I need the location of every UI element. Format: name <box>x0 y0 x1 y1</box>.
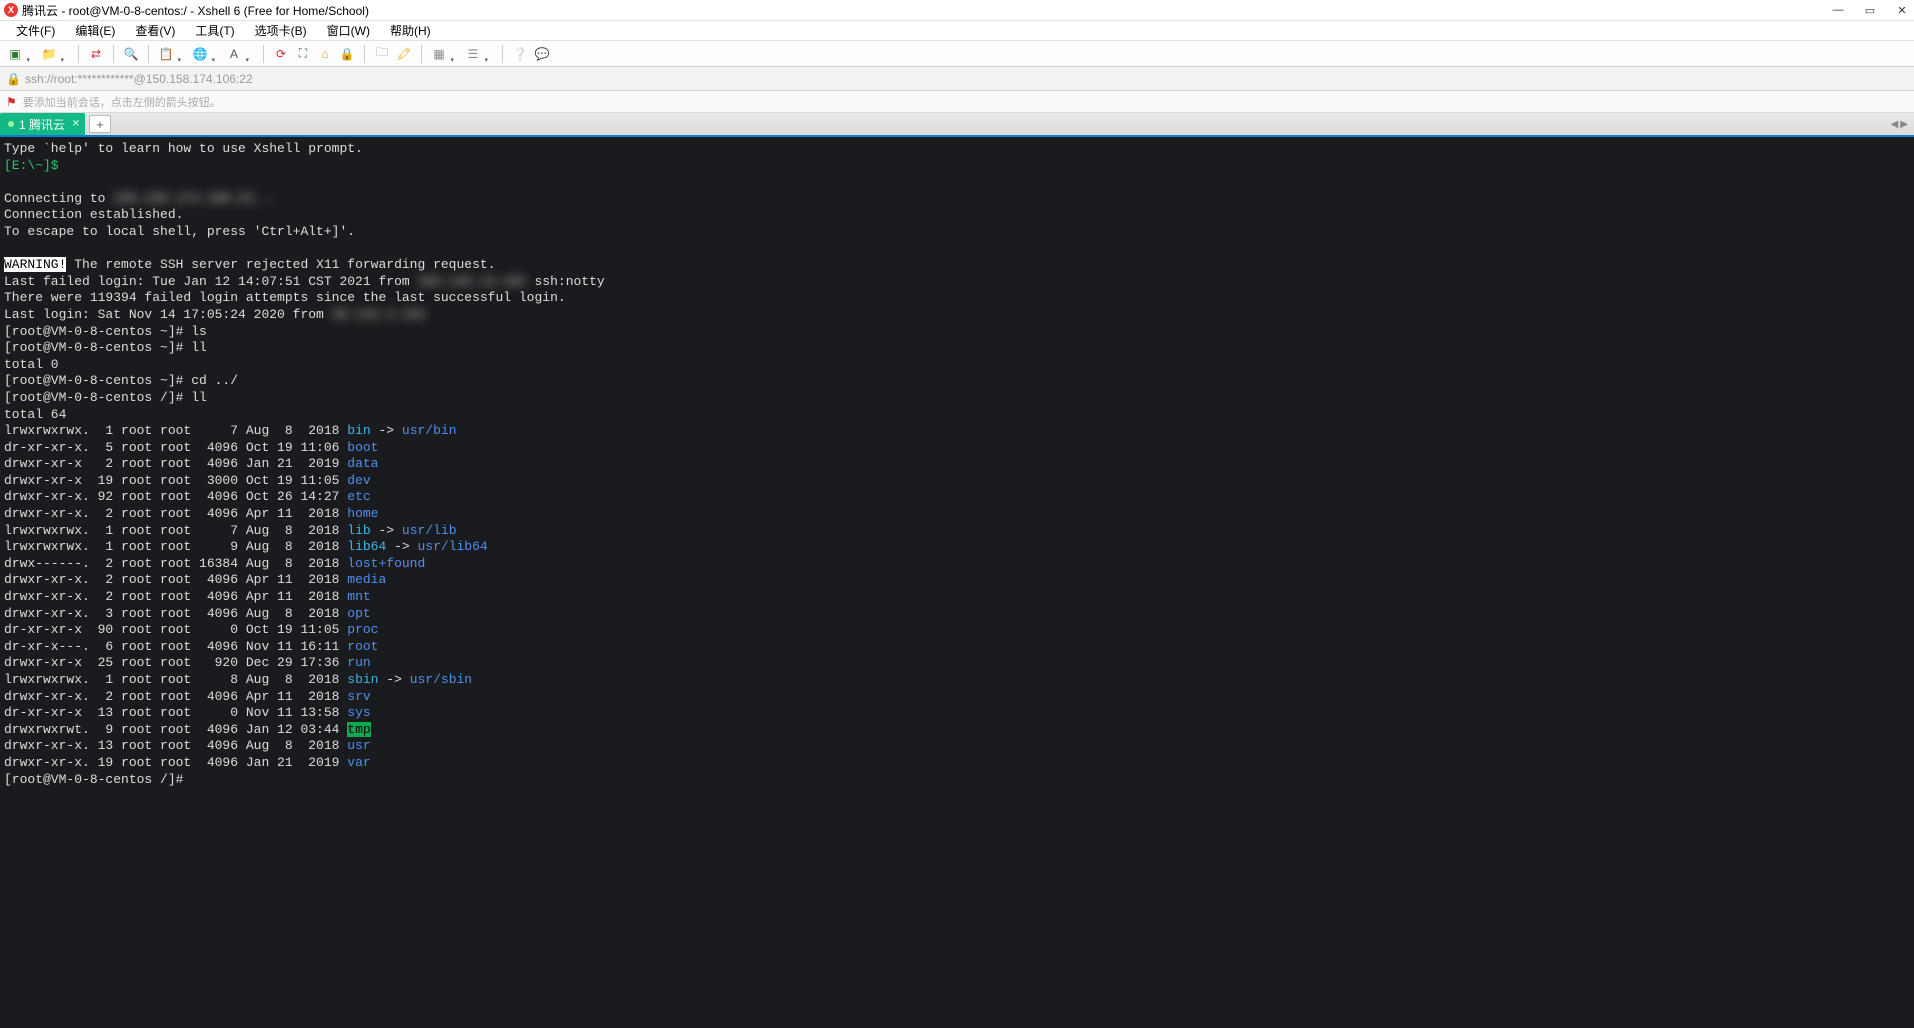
folder-icon[interactable]: 🗀 <box>373 45 391 63</box>
menu-file[interactable]: 文件(F) <box>6 20 65 41</box>
minimize-button[interactable]: ― <box>1830 4 1846 17</box>
globe-icon[interactable]: 🌐 <box>191 45 209 63</box>
list-icon[interactable]: ☰ <box>464 45 482 63</box>
menu-tab[interactable]: 选项卡(B) <box>245 20 317 41</box>
font-icon[interactable]: A <box>225 45 243 63</box>
session-tab[interactable]: 1 腾讯云 ✕ <box>0 113 85 135</box>
menu-view[interactable]: 查看(V) <box>125 20 185 41</box>
connected-dot-icon <box>8 121 14 127</box>
tab-label: 1 腾讯云 <box>19 116 65 133</box>
title-bar: X 腾讯云 - root@VM-0-8-centos:/ - Xshell 6 … <box>0 0 1914 21</box>
maximize-button[interactable]: ▭ <box>1862 4 1878 17</box>
help-icon[interactable]: ❔ <box>511 45 529 63</box>
menu-edit[interactable]: 编辑(E) <box>65 20 125 41</box>
tab-close-icon[interactable]: ✕ <box>72 119 80 130</box>
tab-scroll-right-icon[interactable]: ▶ <box>1900 119 1908 130</box>
toolbar: ▣ 📁 ⇄ 🔍 📋 🌐 A ⟳ ⛶ ⌂ 🔒 🗀 🖍 ▦ ☰ ❔ 💬 <box>0 41 1914 67</box>
copy-icon[interactable]: 📋 <box>157 45 175 63</box>
window-title: 腾讯云 - root@VM-0-8-centos:/ - Xshell 6 (F… <box>22 2 1830 19</box>
layout-icon[interactable]: ▦ <box>430 45 448 63</box>
toolbar-separator <box>263 45 264 63</box>
toolbar-separator <box>148 45 149 63</box>
refresh-icon[interactable]: ⟳ <box>272 45 290 63</box>
terminal-output[interactable]: Type `help' to learn how to use Xshell p… <box>0 137 1914 1028</box>
open-session-icon[interactable]: 📁 <box>40 45 58 63</box>
hint-bar: ⚑ 要添加当前会话，点击左侧的箭头按钮。 <box>0 91 1914 113</box>
toolbar-separator <box>113 45 114 63</box>
lock-small-icon: 🔒 <box>6 72 21 86</box>
menu-tools[interactable]: 工具(T) <box>185 20 244 41</box>
new-tab-button[interactable]: + <box>89 115 111 133</box>
menu-window[interactable]: 窗口(W) <box>317 20 380 41</box>
menu-help[interactable]: 帮助(H) <box>380 20 441 41</box>
toolbar-separator <box>502 45 503 63</box>
new-session-icon[interactable]: ▣ <box>6 45 24 63</box>
tab-bar: 1 腾讯云 ✕ + ◀ ▶ <box>0 113 1914 137</box>
hint-text: 要添加当前会话，点击左侧的箭头按钮。 <box>23 94 221 110</box>
flag-icon[interactable]: ⚑ <box>6 95 17 109</box>
highlight-icon[interactable]: 🖍 <box>395 45 413 63</box>
app-logo-icon: X <box>4 3 18 17</box>
search-icon[interactable]: 🔍 <box>122 45 140 63</box>
window-controls: ― ▭ ✕ <box>1830 4 1910 17</box>
home-icon[interactable]: ⌂ <box>316 45 334 63</box>
toolbar-separator <box>421 45 422 63</box>
toolbar-separator <box>78 45 79 63</box>
address-bar[interactable]: 🔒 ssh://root:************@150.158.174.10… <box>0 67 1914 91</box>
tab-scroll-left-icon[interactable]: ◀ <box>1891 119 1899 130</box>
close-button[interactable]: ✕ <box>1894 4 1910 17</box>
toolbar-separator <box>364 45 365 63</box>
lock-icon[interactable]: 🔒 <box>338 45 356 63</box>
chat-icon[interactable]: 💬 <box>533 45 551 63</box>
menu-bar: 文件(F) 编辑(E) 查看(V) 工具(T) 选项卡(B) 窗口(W) 帮助(… <box>0 21 1914 41</box>
address-url: ssh://root:************@150.158.174.106:… <box>25 72 253 86</box>
connect-icon[interactable]: ⇄ <box>87 45 105 63</box>
fullscreen-icon[interactable]: ⛶ <box>294 45 312 63</box>
